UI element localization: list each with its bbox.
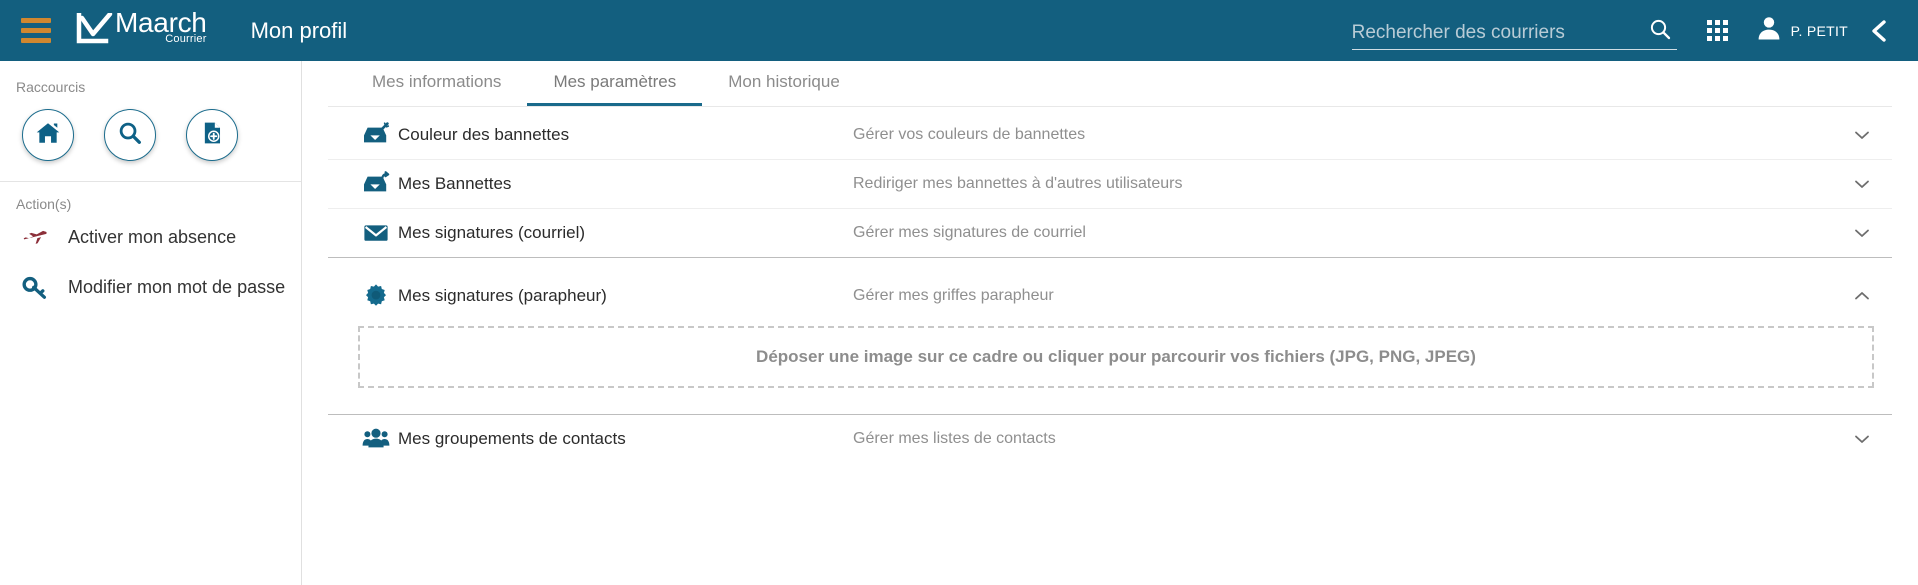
- actions-block: Action(s) Activer mon absence Modifier m…: [0, 182, 301, 312]
- chevron-down-icon[interactable]: [1844, 223, 1880, 243]
- panel-title: Mes groupements de contacts: [398, 429, 626, 448]
- shortcut-new-document[interactable]: [186, 109, 238, 161]
- panel-group-spacer: [328, 258, 1892, 272]
- envelope-icon: [354, 221, 398, 245]
- panel-description: Gérer mes griffes parapheur: [853, 287, 1054, 304]
- stamp-badge-icon: [354, 283, 398, 309]
- app-body: Raccourcis Action(s) Activer mon absence…: [0, 61, 1918, 585]
- header-right-group: P. PETIT: [1351, 11, 1918, 51]
- grid-cell: [1723, 36, 1729, 41]
- actions-label: Action(s): [16, 196, 72, 212]
- airplane-icon: [20, 224, 50, 250]
- panel-title: Mes Bannettes: [398, 174, 512, 193]
- dropzone-label: Déposer une image sur ce cadre ou clique…: [756, 347, 1476, 366]
- panel-title: Mes signatures (parapheur): [398, 286, 607, 305]
- hamburger-bar: [21, 18, 51, 23]
- grid-cell: [1715, 36, 1721, 41]
- inbox-redirect-icon: [354, 171, 398, 197]
- settings-panel-list: Couleur des bannettes Gérer vos couleurs…: [328, 107, 1892, 463]
- grid-cell: [1715, 20, 1721, 25]
- user-menu[interactable]: P. PETIT: [1755, 14, 1848, 47]
- grid-cell: [1707, 20, 1713, 25]
- shortcuts-row: [0, 95, 301, 181]
- hamburger-menu-icon[interactable]: [18, 13, 54, 49]
- action-item-change-password[interactable]: Modifier mon mot de passe: [0, 262, 301, 312]
- panel-mes-signatures-parapheur: Mes signatures (parapheur) Gérer mes gri…: [328, 272, 1892, 415]
- contacts-group-icon: [354, 427, 398, 451]
- chevron-down-icon[interactable]: [1844, 125, 1880, 145]
- left-sidebar: Raccourcis Action(s) Activer mon absence…: [0, 61, 302, 585]
- panel-header[interactable]: Couleur des bannettes Gérer vos couleurs…: [328, 111, 1892, 159]
- apps-grid-icon[interactable]: [1695, 11, 1741, 51]
- chevron-down-icon[interactable]: [1844, 429, 1880, 449]
- panel-description: Gérer mes listes de contacts: [853, 430, 1056, 447]
- panel-body-parapheur: Déposer une image sur ce cadre ou clique…: [328, 320, 1892, 414]
- search-icon[interactable]: [1643, 12, 1677, 46]
- user-name: P. PETIT: [1790, 22, 1848, 39]
- grid-cell: [1707, 28, 1713, 33]
- search-icon: [117, 120, 143, 151]
- panel-description: Gérer mes signatures de courriel: [853, 224, 1086, 241]
- chevron-down-icon[interactable]: [1844, 174, 1880, 194]
- page-title: Mon profil: [250, 17, 348, 43]
- action-label: Activer mon absence: [68, 226, 237, 247]
- action-item-activate-absence[interactable]: Activer mon absence: [0, 212, 301, 262]
- panel-mes-signatures-courriel: Mes signatures (courriel) Gérer mes sign…: [328, 209, 1892, 258]
- panel-header[interactable]: Mes groupements de contacts Gérer mes li…: [328, 415, 1892, 463]
- signature-dropzone[interactable]: Déposer une image sur ce cadre ou clique…: [358, 326, 1874, 388]
- panel-couleur-des-bannettes: Couleur des bannettes Gérer vos couleurs…: [328, 111, 1892, 160]
- panel-mes-groupements-de-contacts: Mes groupements de contacts Gérer mes li…: [328, 415, 1892, 463]
- tab-mes-parametres[interactable]: Mes paramètres: [527, 61, 703, 106]
- panel-header[interactable]: Mes signatures (parapheur) Gérer mes gri…: [328, 272, 1892, 320]
- panel-description: Gérer vos couleurs de bannettes: [853, 126, 1086, 143]
- inbox-magic-wand-icon: [354, 122, 398, 148]
- document-add-icon: [199, 120, 225, 151]
- maarch-logo-icon: [76, 11, 114, 52]
- grid-cell: [1715, 28, 1721, 33]
- tab-mes-informations[interactable]: Mes informations: [346, 61, 527, 106]
- home-icon: [35, 120, 61, 151]
- hamburger-bar: [21, 28, 51, 33]
- action-label: Modifier mon mot de passe: [68, 276, 286, 297]
- chevron-up-icon[interactable]: [1844, 286, 1880, 306]
- shortcut-search[interactable]: [104, 109, 156, 161]
- panel-header[interactable]: Mes Bannettes Rediriger mes bannettes à …: [328, 160, 1892, 208]
- grid-cell: [1707, 36, 1713, 41]
- grid-cell: [1723, 28, 1729, 33]
- tab-mon-historique[interactable]: Mon historique: [702, 61, 866, 106]
- brand-logo[interactable]: Maarch Courrier: [76, 9, 207, 52]
- hamburger-bar: [21, 38, 51, 43]
- grid-cell: [1723, 20, 1729, 25]
- search-box[interactable]: [1351, 12, 1677, 50]
- chevron-left-icon[interactable]: [1858, 11, 1902, 51]
- user-avatar-icon: [1755, 14, 1783, 47]
- panel-title: Couleur des bannettes: [398, 125, 570, 144]
- profile-tabs: Mes informations Mes paramètres Mon hist…: [328, 61, 1892, 107]
- panel-title: Mes signatures (courriel): [398, 223, 586, 242]
- search-input[interactable]: [1351, 21, 1641, 46]
- shortcuts-label: Raccourcis: [16, 79, 86, 95]
- panel-mes-bannettes: Mes Bannettes Rediriger mes bannettes à …: [328, 160, 1892, 209]
- panel-header[interactable]: Mes signatures (courriel) Gérer mes sign…: [328, 209, 1892, 257]
- panel-description: Rediriger mes bannettes à d'autres utili…: [853, 175, 1183, 192]
- main-content: Mes informations Mes paramètres Mon hist…: [302, 61, 1918, 585]
- app-header: Maarch Courrier Mon profil Rechercher de…: [0, 0, 1918, 61]
- shortcut-home[interactable]: [22, 109, 74, 161]
- key-icon: [20, 274, 50, 300]
